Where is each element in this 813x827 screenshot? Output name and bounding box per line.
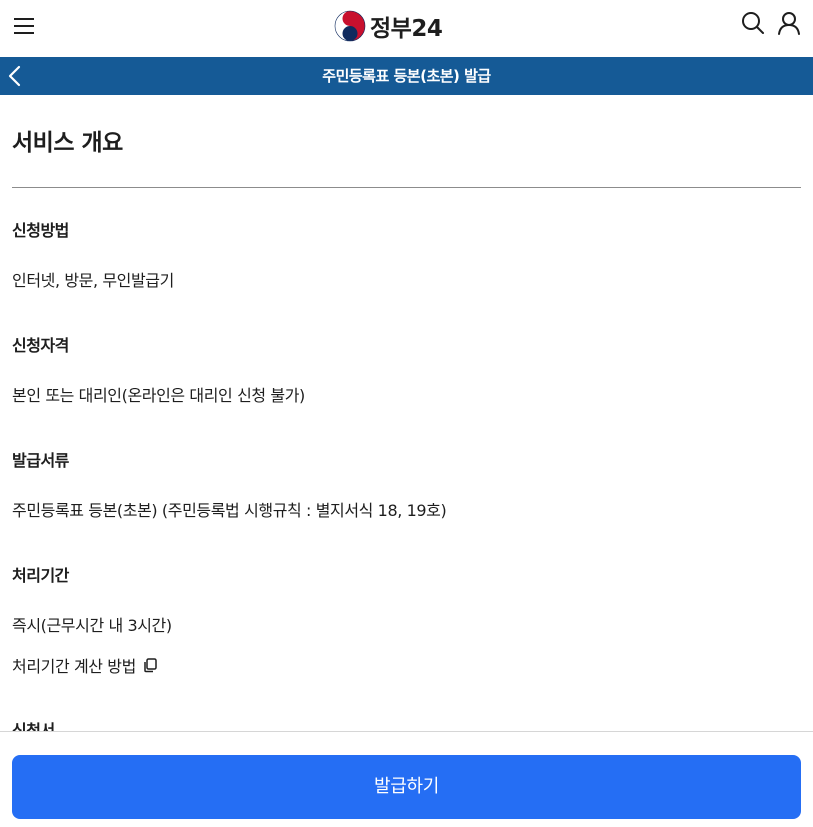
service-overview: 서비스 개요 신청방법 인터넷, 방문, 무인발급기 신청자격 본인 또는 대리… (0, 95, 813, 731)
bottom-action-bar: 발급하기 (0, 731, 813, 827)
issue-button[interactable]: 발급하기 (12, 755, 801, 819)
section-label-method: 신청방법 (12, 221, 69, 240)
section-value-eligibility: 본인 또는 대리인(온라인은 대리인 신청 불가) (12, 386, 305, 405)
processing-time-calc-link[interactable]: 처리기간 계산 방법 (12, 653, 158, 677)
page-title-bar: 주민등록표 등본(초본) 발급 (0, 57, 813, 95)
section-label-eligibility: 신청자격 (12, 336, 69, 355)
logo[interactable]: 정부24 (334, 9, 443, 43)
overview-title: 서비스 개요 (12, 130, 123, 156)
section-label-documents: 발급서류 (12, 451, 69, 470)
copy-icon (144, 658, 157, 673)
divider (12, 187, 801, 188)
taegeuk-logo-icon (334, 10, 366, 42)
hamburger-menu-icon[interactable] (12, 14, 36, 38)
search-icon[interactable] (740, 10, 766, 36)
section-label-application-form: 신청서 (12, 721, 55, 731)
page-title: 주민등록표 등본(초본) 발급 (322, 67, 491, 85)
page: 정부24 주민등록표 등본(초본) 발급 서비스 개요 신청방법 인터넷, 방문… (0, 0, 813, 827)
section-value-processing-time: 즉시(근무시간 내 3시간) (12, 616, 172, 635)
section-label-processing-time: 처리기간 (12, 566, 69, 585)
calc-link-label: 처리기간 계산 방법 (12, 657, 136, 676)
top-header: 정부24 (0, 0, 813, 57)
section-value-documents: 주민등록표 등본(초본) (주민등록법 시행규칙 : 별지서식 18, 19호) (12, 501, 447, 520)
logo-text: 정부24 (370, 16, 443, 42)
section-value-method: 인터넷, 방문, 무인발급기 (12, 271, 174, 290)
user-icon[interactable] (776, 10, 802, 36)
